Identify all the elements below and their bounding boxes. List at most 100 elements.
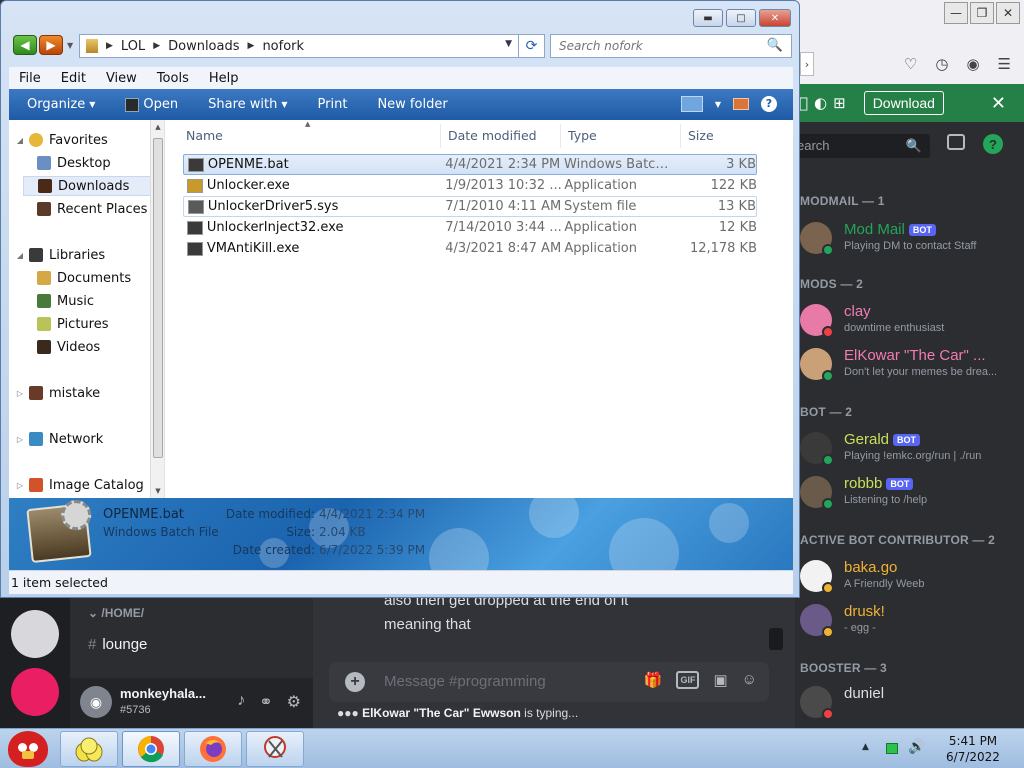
chevron-down-icon[interactable]: ▼: [715, 100, 721, 109]
expand-arrow-icon[interactable]: ◢: [15, 251, 25, 260]
settings-gear-icon[interactable]: ⚙: [287, 692, 301, 712]
breadcrumb-item[interactable]: nofork: [262, 39, 304, 54]
inbox-icon[interactable]: [947, 134, 965, 150]
volume-icon[interactable]: 🔊: [908, 739, 925, 755]
back-button[interactable]: ◀: [13, 35, 37, 55]
breadcrumb-arrow-icon[interactable]: ▶: [153, 41, 160, 51]
member-item[interactable]: drusk! - egg -: [800, 600, 1024, 640]
expand-arrow-icon[interactable]: ▷: [15, 435, 25, 444]
scroll-thumb[interactable]: [153, 138, 163, 458]
menu-icon[interactable]: ☰: [998, 55, 1011, 73]
breadcrumb-item[interactable]: Downloads: [168, 39, 239, 54]
timer-icon[interactable]: ◷: [935, 55, 948, 73]
message-input[interactable]: + Message #programming 🎁 GIF ▣ ☺: [329, 662, 769, 702]
menu-file[interactable]: File: [9, 71, 51, 86]
member-item[interactable]: clay downtime enthusiast: [800, 300, 1024, 340]
address-bar[interactable]: ▶ LOL ▶ Downloads ▶ nofork ▼: [79, 34, 519, 58]
menu-tools[interactable]: Tools: [147, 71, 199, 86]
close-button[interactable]: ✕: [759, 9, 791, 27]
network-status-icon[interactable]: [886, 743, 898, 754]
forward-button[interactable]: ▶: [39, 35, 63, 55]
refresh-button[interactable]: ⟳: [519, 34, 545, 58]
minimize-button[interactable]: ▬: [693, 9, 723, 27]
channel-item-lounge[interactable]: # lounge: [88, 636, 147, 653]
breadcrumb-arrow-icon[interactable]: ▶: [106, 41, 113, 51]
help-icon[interactable]: ?: [983, 134, 1003, 154]
member-item[interactable]: baka.go A Friendly Weeb: [800, 556, 1024, 596]
download-button[interactable]: Download: [863, 91, 944, 115]
user-avatar[interactable]: ◉: [80, 686, 112, 718]
nav-item-network[interactable]: ▷ Network: [15, 429, 103, 449]
server-icon[interactable]: [11, 610, 59, 658]
browser-extension-chevron[interactable]: ›: [800, 52, 814, 76]
browser-minimize-button[interactable]: —: [944, 2, 968, 24]
nav-item-image-catalog[interactable]: ▷ Image Catalog: [15, 475, 144, 495]
column-header-size[interactable]: Size: [681, 124, 759, 148]
emoji-icon[interactable]: ☺: [742, 671, 757, 689]
file-row[interactable]: UnlockerDriver5.sys 7/1/2010 4:11 AM Syste…: [183, 196, 757, 217]
discord-search-input[interactable]: earch 🔍: [795, 134, 930, 158]
file-row[interactable]: VMAntiKill.exe 4/3/2021 8:47 AM Applicatio…: [183, 238, 757, 259]
channel-category[interactable]: ⌄ /HOME/: [88, 606, 144, 620]
nav-item-libraries[interactable]: ◢ Libraries: [15, 245, 105, 265]
member-item[interactable]: duniel: [800, 682, 1024, 722]
extension-icon[interactable]: ◉: [966, 55, 979, 73]
nav-item-recent-places[interactable]: Recent Places: [23, 199, 147, 219]
file-row[interactable]: Unlocker.exe 1/9/2013 10:32 ... Applicatio…: [183, 175, 757, 196]
menu-view[interactable]: View: [96, 71, 147, 86]
expand-arrow-icon[interactable]: ◢: [15, 136, 25, 145]
clock[interactable]: 5:41 PM 6/7/2022: [928, 733, 1018, 765]
nav-item-documents[interactable]: Documents: [23, 268, 131, 288]
nav-item-music[interactable]: Music: [23, 291, 94, 311]
start-button[interactable]: [2, 729, 54, 768]
show-hidden-icons[interactable]: ▲: [862, 742, 869, 752]
organize-button[interactable]: Organize ▼: [27, 97, 95, 112]
mute-mic-icon[interactable]: ♪: [237, 692, 245, 712]
nav-item-desktop[interactable]: Desktop: [23, 153, 111, 173]
new-folder-button[interactable]: New folder: [377, 97, 447, 112]
share-with-button[interactable]: Share with ▼: [208, 97, 287, 112]
browser-maximize-button[interactable]: ❐: [970, 2, 994, 24]
nav-item-pictures[interactable]: Pictures: [23, 314, 108, 334]
change-view-icon[interactable]: [680, 96, 703, 112]
taskbar-app-firefox[interactable]: [184, 731, 242, 767]
address-dropdown-icon[interactable]: ▼: [505, 39, 512, 49]
recent-pages-dropdown[interactable]: ▼: [67, 41, 73, 50]
nav-scrollbar[interactable]: ▲ ▼: [150, 120, 164, 498]
preview-pane-icon[interactable]: [733, 98, 749, 110]
server-icon[interactable]: [11, 668, 59, 716]
member-item[interactable]: Gerald BOT Playing !emkc.org/run | ./run: [800, 428, 1024, 468]
search-input[interactable]: [551, 35, 751, 57]
nav-item-mistake[interactable]: ▷ mistake: [15, 383, 100, 403]
menu-edit[interactable]: Edit: [51, 71, 96, 86]
breadcrumb-item[interactable]: LOL: [121, 39, 145, 54]
scroll-down-icon[interactable]: ▼: [151, 487, 165, 495]
file-row[interactable]: OPENME.bat 4/4/2021 2:34 PM Windows Batch …: [183, 154, 757, 175]
sticker-icon[interactable]: ▣: [713, 671, 727, 689]
help-icon[interactable]: ?: [761, 96, 777, 112]
maximize-button[interactable]: □: [726, 9, 756, 27]
taskbar-app-explorer[interactable]: [60, 731, 118, 767]
nav-item-favorites[interactable]: ◢ Favorites: [15, 130, 108, 150]
taskbar-app-chrome[interactable]: [122, 731, 180, 767]
nav-item-downloads[interactable]: Downloads: [23, 176, 163, 196]
nav-item-videos[interactable]: Videos: [23, 337, 100, 357]
close-banner-icon[interactable]: ✕: [991, 93, 1006, 114]
member-item[interactable]: Mod Mail BOT Playing DM to contact Staff: [800, 218, 1024, 258]
column-header-date[interactable]: Date modified: [441, 124, 561, 148]
scroll-handle[interactable]: [769, 628, 783, 650]
pocket-icon[interactable]: ♡: [904, 55, 917, 73]
member-item[interactable]: ElKowar "The Car" ... Don't let your meme…: [800, 344, 1024, 384]
gift-icon[interactable]: 🎁: [644, 671, 663, 689]
breadcrumb-arrow-icon[interactable]: ▶: [248, 41, 255, 51]
taskbar-app-snipping[interactable]: [246, 731, 304, 767]
headphones-icon[interactable]: ⚭: [259, 692, 272, 712]
expand-arrow-icon[interactable]: ▷: [15, 389, 25, 398]
menu-help[interactable]: Help: [199, 71, 249, 86]
expand-arrow-icon[interactable]: ▷: [15, 481, 25, 490]
browser-close-button[interactable]: ✕: [996, 2, 1020, 24]
file-row[interactable]: UnlockerInject32.exe 7/14/2010 3:44 ... Ap…: [183, 217, 757, 238]
gif-button[interactable]: GIF: [676, 671, 700, 689]
print-button[interactable]: Print: [318, 97, 348, 112]
open-button[interactable]: Open: [125, 97, 178, 112]
